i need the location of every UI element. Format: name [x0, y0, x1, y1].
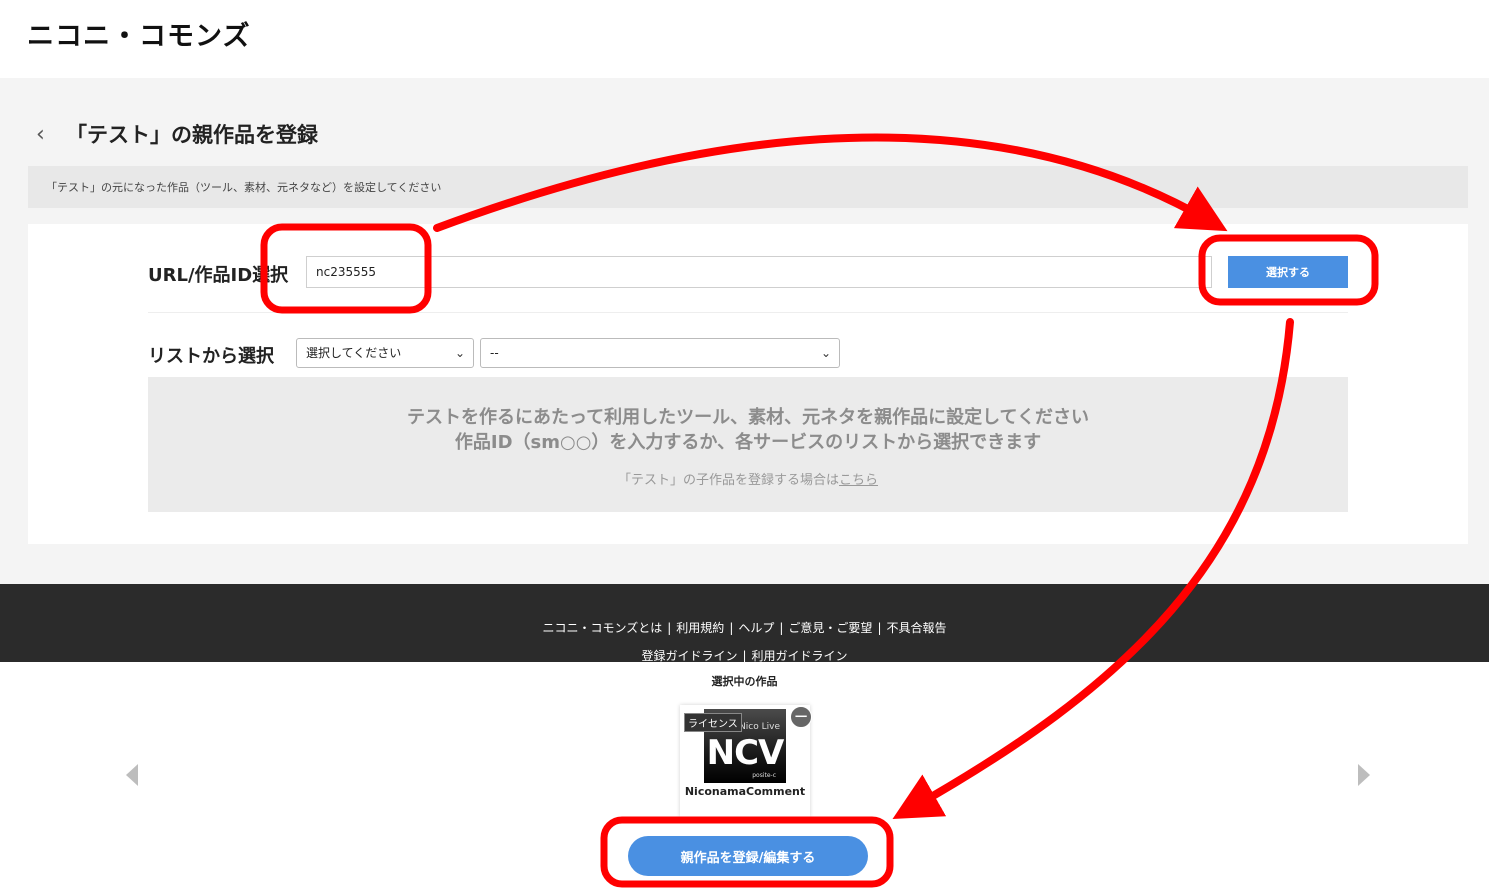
- info-line-1: テストを作るにあたって利用したツール、素材、元ネタを親作品に設定してください: [406, 407, 1090, 428]
- list-select-label: リストから選択: [148, 346, 274, 367]
- carousel-prev-icon[interactable]: [126, 764, 138, 786]
- chevron-down-icon: ⌄: [820, 346, 831, 360]
- footer-link-usage-guidelines[interactable]: 利用ガイドライン: [752, 649, 848, 663]
- form-divider: [148, 312, 1348, 313]
- child-work-link[interactable]: こちら: [839, 473, 878, 488]
- category-dropdown[interactable]: 選択してください ⌄: [296, 338, 474, 368]
- footer-link-bug-report[interactable]: 不具合報告: [886, 621, 946, 635]
- footer-separator: |: [779, 621, 784, 635]
- notice-text: 「テスト」の元になった作品（ツール、素材、元ネタなど）を設定してください: [46, 181, 442, 194]
- remove-minus-icon[interactable]: −: [790, 706, 812, 728]
- footer-separator: |: [742, 649, 747, 663]
- footer-separator: |: [667, 621, 672, 635]
- footer-separator: |: [877, 621, 882, 635]
- child-work-note: 「テスト」の子作品を登録する場合はこちら: [148, 469, 1348, 488]
- footer-link-about[interactable]: ニコニ・コモンズとは: [542, 621, 662, 635]
- footer-link-terms[interactable]: 利用規約: [676, 621, 724, 635]
- thumbnail-main-text: NCV: [706, 733, 785, 773]
- select-button[interactable]: 選択する: [1228, 256, 1348, 288]
- notice-bar: 「テスト」の元になった作品（ツール、素材、元ネタなど）を設定してください: [28, 166, 1468, 208]
- info-box: テストを作るにあたって利用したツール、素材、元ネタを親作品に設定してください 作…: [148, 377, 1348, 512]
- chevron-down-icon: ⌄: [454, 346, 465, 360]
- info-line-2: 作品ID（sm○○）を入力するか、各サービスのリストから選択できます: [454, 432, 1042, 453]
- child-work-note-text: 「テスト」の子作品を登録する場合は: [617, 473, 839, 488]
- site-logo[interactable]: ニコニ・コモンズ: [27, 14, 250, 53]
- site-footer: ニコニ・コモンズとは | 利用規約 | ヘルプ | ご意見・ご要望 | 不具合報告 登録ガイドラ…: [0, 584, 1489, 664]
- selected-works-label: 選択中の作品: [711, 675, 778, 688]
- category-dropdown-value: 選択してください: [306, 346, 402, 360]
- url-id-label: URL/作品ID選択: [148, 265, 289, 286]
- footer-links-row-1: ニコニ・コモンズとは | 利用規約 | ヘルプ | ご意見・ご要望 | 不具合報告: [0, 619, 1489, 636]
- register-edit-button[interactable]: 親作品を登録/編集する: [628, 836, 868, 876]
- thumbnail-top-text: Nico Live: [739, 722, 780, 732]
- footer-link-help[interactable]: ヘルプ: [738, 621, 774, 635]
- page-title: 「テスト」の親作品を登録: [66, 123, 318, 147]
- footer-link-feedback[interactable]: ご意見・ご要望: [788, 621, 872, 635]
- footer-links-row-2: 登録ガイドライン | 利用ガイドライン: [0, 647, 1489, 664]
- license-badge: ライセンス: [684, 713, 742, 732]
- list-dropdown[interactable]: -- ⌄: [480, 338, 840, 368]
- back-chevron-icon[interactable]: ‹: [36, 122, 45, 147]
- footer-link-registration-guidelines[interactable]: 登録ガイドライン: [641, 649, 737, 663]
- carousel-next-icon[interactable]: [1358, 764, 1370, 786]
- work-title: NiconamaComment: [684, 785, 806, 798]
- list-dropdown-value: --: [490, 346, 499, 360]
- selected-work-card[interactable]: Nico Live NCV posite-c ライセンス − NiconamaC…: [680, 705, 812, 817]
- thumbnail-bottom-text: posite-c: [752, 772, 776, 779]
- url-id-input[interactable]: [306, 256, 1212, 288]
- site-header: ニコニ・コモンズ: [0, 0, 1489, 78]
- footer-separator: |: [729, 621, 734, 635]
